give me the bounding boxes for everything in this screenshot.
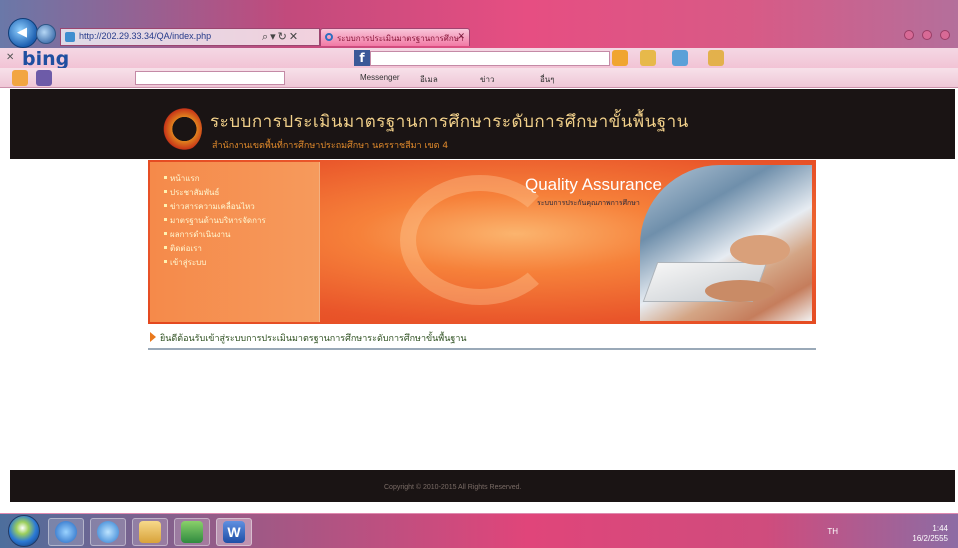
ie-icon <box>55 521 77 543</box>
menu-item-news[interactable]: ข่าวสารความเคลื่อนไหว <box>164 200 255 213</box>
msn-butterfly-icon[interactable] <box>12 70 28 86</box>
toolbar-maps-icon[interactable] <box>672 50 688 66</box>
forward-button[interactable] <box>36 24 56 44</box>
favorites-icon[interactable] <box>922 30 932 40</box>
address-controls[interactable]: ⌕▾↻✕ <box>262 30 300 44</box>
home-icon[interactable] <box>904 30 914 40</box>
toolbar-translate-icon[interactable] <box>708 50 724 66</box>
bing-search-input[interactable] <box>370 51 610 66</box>
browser-icon <box>97 521 119 543</box>
more-link[interactable]: อื่นๆ <box>540 73 555 86</box>
language-indicator[interactable]: TH <box>827 527 838 536</box>
msn-search-input[interactable] <box>135 71 285 85</box>
arrow-icon <box>150 332 156 342</box>
menu-item-standards[interactable]: มาตรฐานด้านบริหารจัดการ <box>164 214 266 227</box>
media-icon <box>181 521 203 543</box>
facebook-icon[interactable]: f <box>354 50 370 66</box>
menu-item-pr[interactable]: ประชาสัมพันธ์ <box>163 186 219 199</box>
start-button[interactable] <box>8 515 40 547</box>
site-subtitle: สำนักงานเขตพื้นที่การศึกษาประถมศึกษา นคร… <box>212 141 449 151</box>
welcome-text: ยินดีต้อนรับเข้าสู่ระบบการประเมินมาตรฐาน… <box>160 334 467 344</box>
site-logo-icon <box>158 106 202 152</box>
menu-item-home[interactable]: หน้าแรก <box>164 172 200 185</box>
folder-icon <box>139 521 161 543</box>
menu-item-login[interactable]: เข้าสู่ระบบ <box>163 256 206 269</box>
settings-icon[interactable] <box>940 30 950 40</box>
toolbar-weather-icon[interactable] <box>640 50 656 66</box>
toolbar-close-icon[interactable]: ✕ <box>6 52 14 63</box>
banner-subtitle: ระบบการประกันคุณภาพการศึกษา <box>537 199 640 207</box>
tab-title: ระบบการประเมินมาตรฐานการศึกษา <box>337 34 464 43</box>
back-button[interactable] <box>8 18 38 48</box>
site-title: ระบบการประเมินมาตรฐานการศึกษาระดับการศึก… <box>210 112 689 132</box>
banner-title: Quality Assurance <box>525 175 663 194</box>
msn-mail-icon[interactable] <box>36 70 52 86</box>
toolbar-mail-icon[interactable] <box>612 50 628 66</box>
loading-icon <box>325 33 333 41</box>
mail-link[interactable]: อีเมล <box>420 73 438 86</box>
browser-tab[interactable]: ระบบการประเมินมาตรฐานการศึกษา ✕ <box>320 28 470 46</box>
tab-close-icon[interactable]: ✕ <box>457 31 465 42</box>
clock-time: 1:44 <box>932 524 948 533</box>
address-url: http://202.29.33.34/QA/index.php <box>79 31 212 41</box>
messenger-link[interactable]: Messenger <box>360 73 400 82</box>
footer-copyright: Copyright © 2010-2015 All Rights Reserve… <box>384 484 522 491</box>
page-icon <box>65 32 75 42</box>
hand-image <box>730 235 790 265</box>
word-icon: W <box>223 521 245 543</box>
hand-image-2 <box>705 280 775 302</box>
menu-item-contact[interactable]: ติดต่อเรา <box>164 242 202 255</box>
clock[interactable]: 1:44 16/2/2555 <box>912 524 948 544</box>
clock-date: 16/2/2555 <box>912 534 948 543</box>
window-controls[interactable] <box>904 30 950 40</box>
menu-item-results[interactable]: ผลการดำเนินงาน <box>163 228 230 241</box>
bing-logo: bing <box>22 48 70 70</box>
news-link[interactable]: ข่าว <box>480 73 494 86</box>
